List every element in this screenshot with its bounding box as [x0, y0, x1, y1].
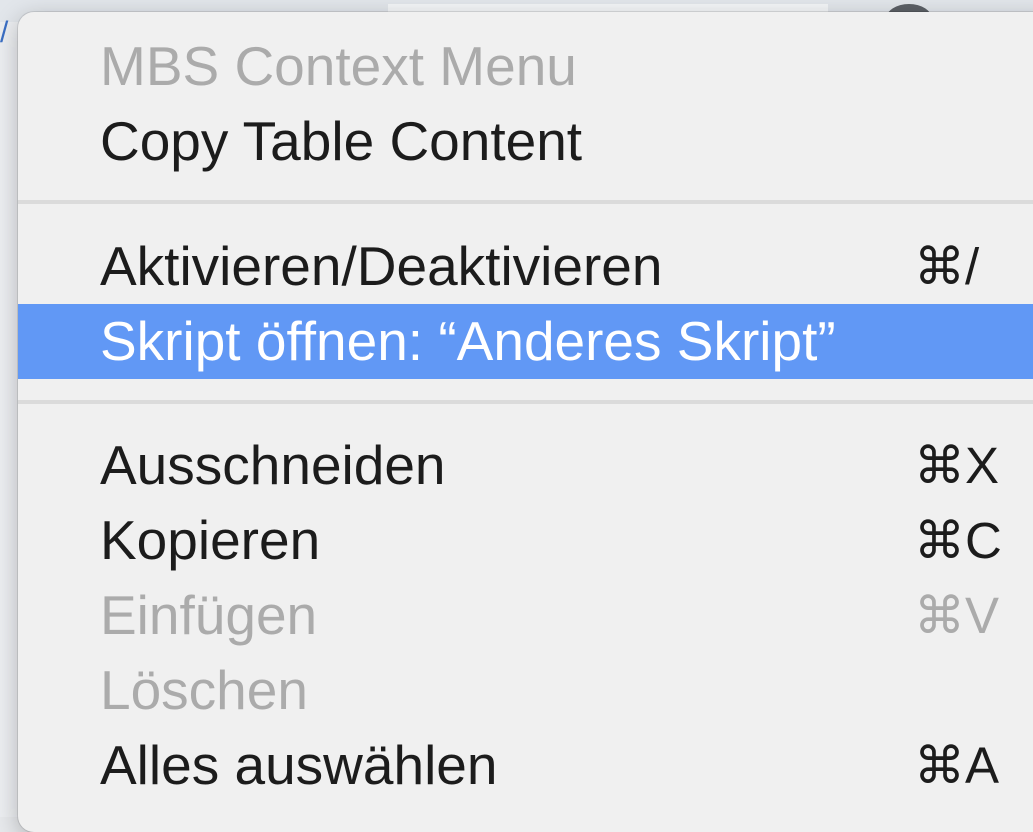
menu-item-copy-table-content[interactable]: Copy Table Content — [18, 104, 1033, 179]
menu-item-einfuegen: Einfügen ⌘V — [18, 578, 1033, 653]
menu-item-shortcut: ⌘V — [914, 587, 1000, 644]
menu-item-label: Kopieren — [100, 509, 321, 571]
menu-item-label: Aktivieren/Deaktivieren — [100, 235, 663, 297]
menu-item-aktivieren-deaktivieren[interactable]: Aktivieren/Deaktivieren ⌘/ — [18, 229, 1033, 304]
menu-header-mbs-context-menu: MBS Context Menu — [18, 29, 1033, 104]
menu-item-shortcut: ⌘A — [914, 737, 1000, 794]
menu-item-label: Skript öffnen: “Anderes Skript” — [100, 310, 836, 372]
menu-item-label: Alles auswählen — [100, 734, 498, 796]
menu-header-label: MBS Context Menu — [100, 35, 577, 97]
menu-separator — [18, 400, 1033, 404]
menu-item-label: Einfügen — [100, 584, 318, 646]
menu-item-label: Löschen — [100, 659, 308, 721]
edge-icon: / — [0, 18, 9, 48]
menu-item-kopieren[interactable]: Kopieren ⌘C — [18, 503, 1033, 578]
menu-item-shortcut: ⌘/ — [914, 238, 980, 295]
menu-item-skript-oeffnen[interactable]: Skript öffnen: “Anderes Skript” — [18, 304, 1033, 379]
menu-item-ausschneiden[interactable]: Ausschneiden ⌘X — [18, 428, 1033, 503]
context-menu: MBS Context Menu Copy Table Content Akti… — [18, 12, 1033, 832]
menu-item-label: Ausschneiden — [100, 434, 446, 496]
menu-item-label: Copy Table Content — [100, 110, 583, 172]
menu-item-loeschen: Löschen — [18, 653, 1033, 728]
menu-item-shortcut: ⌘C — [914, 512, 1002, 569]
menu-item-shortcut: ⌘X — [914, 437, 1000, 494]
menu-item-alles-auswaehlen[interactable]: Alles auswählen ⌘A — [18, 728, 1033, 803]
menu-separator — [18, 200, 1033, 204]
